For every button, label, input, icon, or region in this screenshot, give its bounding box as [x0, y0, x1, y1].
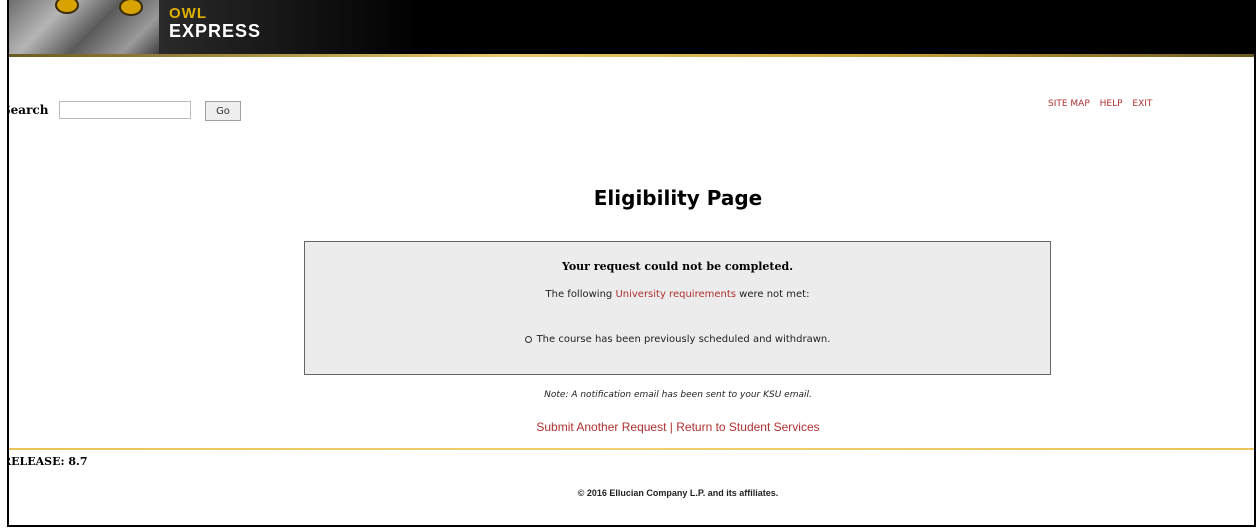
notification-note: Note: A notification email has been sent… — [544, 390, 812, 400]
link-separator: | — [669, 420, 673, 434]
page-title: Eligibility Page — [593, 186, 763, 210]
search-label: Search — [9, 103, 49, 117]
help-link[interactable]: HELP — [1100, 99, 1123, 109]
reason-text: The course has been previously scheduled… — [536, 334, 831, 345]
exit-link[interactable]: EXIT — [1132, 99, 1152, 109]
owl-eye-icon — [55, 0, 79, 14]
logo-express-text: EXPRESS — [169, 21, 262, 41]
requirements-suffix: were not met: — [735, 289, 810, 300]
top-links: SITE MAP HELP EXIT — [1048, 99, 1159, 109]
logo-owl-text: OWL — [169, 5, 207, 22]
site-map-link[interactable]: SITE MAP — [1048, 99, 1090, 109]
action-links: Submit Another Request | Return to Stude… — [9, 420, 1254, 434]
banner-gold-stripe — [9, 54, 1254, 57]
release-label: RELEASE: 8.7 — [7, 455, 88, 468]
copyright-text: © 2016 Ellucian Company L.P. and its aff… — [577, 488, 779, 498]
owl-eye-icon — [119, 0, 143, 16]
error-box: Your request could not be completed. The… — [304, 241, 1051, 375]
submit-another-request-link[interactable]: Submit Another Request — [536, 420, 666, 434]
reason-item: The course has been previously scheduled… — [305, 334, 1050, 345]
error-heading: Your request could not be completed. — [561, 260, 794, 273]
page-frame: OWL EXPRESS Search Go SITE MAP HELP EXIT… — [7, 0, 1256, 527]
go-button[interactable]: Go — [205, 101, 241, 121]
bullet-icon — [524, 335, 532, 343]
footer-divider — [9, 448, 1254, 450]
requirements-message: The following University requirements we… — [305, 289, 1050, 300]
return-to-student-services-link[interactable]: Return to Student Services — [676, 420, 819, 434]
university-requirements-link[interactable]: University requirements — [615, 289, 736, 300]
search-input[interactable] — [59, 101, 191, 119]
requirements-prefix: The following — [545, 289, 616, 300]
header-banner: OWL EXPRESS — [9, 0, 1254, 57]
owl-logo-image — [9, 0, 159, 57]
